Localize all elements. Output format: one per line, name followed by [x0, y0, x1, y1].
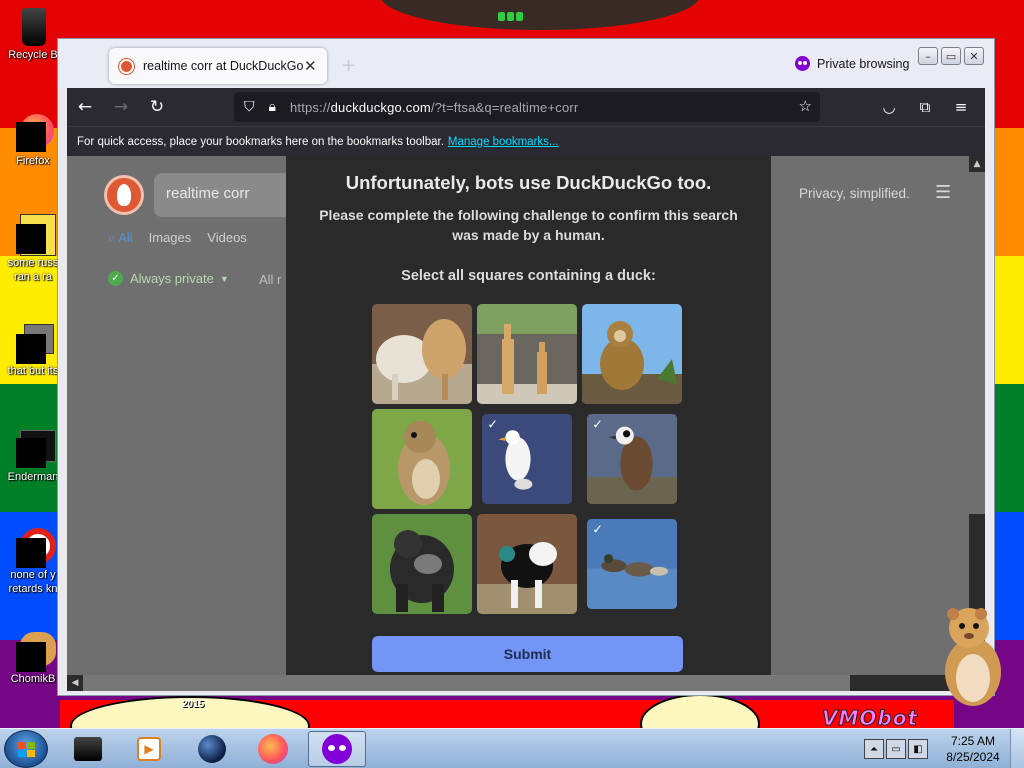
maximize-button[interactable]: ▭ [941, 47, 961, 65]
taskbar-item-files[interactable] [62, 731, 114, 767]
tab-images[interactable]: Images [149, 230, 192, 246]
search-icon: ⌕ [108, 230, 119, 245]
submit-button[interactable]: Submit [372, 636, 683, 672]
private-mask-icon [795, 56, 810, 71]
bot-challenge-modal: Unfortunately, bots use DuckDuckGo too. … [286, 156, 771, 675]
network-icon[interactable]: ▭ [886, 739, 906, 759]
challenge-tile[interactable] [477, 304, 577, 404]
reload-button[interactable]: ↻ [139, 97, 175, 117]
tab-close-icon[interactable]: ✕ [303, 57, 317, 75]
scroll-up-icon[interactable]: ▲ [969, 156, 985, 172]
private-browsing-indicator: Private browsing [795, 56, 909, 71]
show-desktop-button[interactable] [1010, 729, 1024, 768]
lock-icon[interactable]: 🔒︎ [269, 99, 276, 115]
clock-date: 8/25/2024 [946, 750, 1000, 764]
globe-icon [198, 735, 226, 763]
volume-icon[interactable]: ◧ [908, 739, 928, 759]
scroll-left-icon[interactable]: ◀ [67, 675, 83, 691]
challenge-title: Unfortunately, bots use DuckDuckGo too. [345, 172, 712, 193]
chevron-down-icon: ▼ [219, 273, 229, 284]
firefox-icon [12, 112, 54, 154]
start-button[interactable] [4, 730, 48, 768]
manage-bookmarks-link[interactable]: Manage bookmarks... [448, 136, 559, 148]
check-circle-icon: ✓ [108, 271, 123, 286]
check-icon: ✓ [592, 522, 603, 537]
taskbar-item-globe[interactable] [186, 731, 238, 767]
forward-button[interactable]: → [103, 97, 139, 117]
system-tray: ⏶ ▭ ◧ [864, 731, 928, 767]
recycle-bin-icon [12, 6, 54, 48]
challenge-prompt: Select all squares containing a duck: [401, 268, 656, 284]
check-icon: ✓ [592, 417, 603, 432]
folder-icon [12, 322, 54, 364]
clock[interactable]: 7:25 AM 8/25/2024 [942, 733, 1004, 765]
challenge-tile[interactable]: ✓ [587, 414, 677, 504]
new-tab-button[interactable]: + [341, 55, 356, 76]
window-controls: – ▭ ✕ [918, 47, 984, 65]
ddg-menu-icon[interactable]: ☰ [935, 182, 951, 203]
ddg-result-tabs: ⌕ All Images Videos [108, 230, 247, 246]
private-browsing-label: Private browsing [817, 56, 910, 71]
extensions-icon[interactable]: ⧉ [907, 98, 943, 116]
browser-window: realtime corr at DuckDuckGo ✕ + Private … [57, 38, 995, 696]
title-bar: realtime corr at DuckDuckGo ✕ + Private … [58, 39, 994, 87]
private-browsing-icon [322, 734, 352, 764]
shield-icon[interactable]: ⛉ [244, 99, 255, 115]
browser-tab[interactable]: realtime corr at DuckDuckGo ✕ [109, 48, 327, 84]
ddg-search-input[interactable]: realtime corr [154, 173, 304, 217]
navigation-toolbar: ← → ↻ ⛉ 🔒︎ https://duckduckgo.com/?t=fts… [67, 88, 985, 126]
program-icon [12, 428, 56, 470]
check-icon: ✓ [487, 417, 498, 432]
tab-videos[interactable]: Videos [207, 230, 247, 246]
ddg-tagline: Privacy, simplified. [799, 186, 910, 201]
challenge-tile[interactable]: ✓ [587, 519, 677, 609]
menu-hamburger-icon[interactable]: ≡ [943, 98, 979, 116]
challenge-tile[interactable]: ✓ [482, 414, 572, 504]
challenge-tile[interactable] [372, 514, 472, 614]
tab-title: realtime corr at DuckDuckGo [143, 59, 304, 73]
bookmarks-hint: For quick access, place your bookmarks h… [77, 135, 444, 148]
hamster-icon [12, 630, 56, 672]
minimize-button[interactable]: – [918, 47, 938, 65]
close-window-button[interactable]: ✕ [964, 47, 984, 65]
always-private-label: Always private [130, 271, 214, 286]
wallpaper-vm-text: VMObot [822, 706, 918, 731]
challenge-image-grid: ✓ ✓ ✓ [372, 304, 684, 616]
taskbar: ▶ ⏶ ▭ ◧ 7:25 AM 8/25/2024 [0, 728, 1024, 768]
challenge-tile[interactable] [372, 409, 472, 509]
all-regions-filter[interactable]: All r [259, 272, 281, 287]
black-box-icon [74, 737, 102, 761]
challenge-tile[interactable] [372, 304, 472, 404]
challenge-tile[interactable] [477, 514, 577, 614]
hamster-image [945, 608, 1001, 706]
challenge-tile[interactable] [582, 304, 682, 404]
back-button[interactable]: ← [67, 97, 103, 117]
taskbar-item-media-player[interactable]: ▶ [123, 731, 175, 767]
document-icon [12, 214, 56, 256]
url-bar[interactable]: ⛉ 🔒︎ https://duckduckgo.com/?t=ftsa&q=re… [234, 92, 820, 122]
clock-time: 7:25 AM [950, 734, 996, 748]
media-player-icon: ▶ [137, 737, 161, 761]
bookmark-star-icon[interactable]: ☆ [799, 97, 812, 115]
bookmarks-toolbar: For quick access, place your bookmarks h… [67, 126, 985, 156]
url-text[interactable]: https://duckduckgo.com/?t=ftsa&q=realtim… [290, 100, 579, 115]
always-private-toggle[interactable]: ✓ Always private ▼ [108, 271, 229, 286]
challenge-subtitle: Please complete the following challenge … [319, 207, 738, 243]
windows-logo-icon [18, 742, 35, 757]
vertical-scrollbar[interactable]: ▲ [969, 156, 985, 675]
tab-all[interactable]: ⌕ All [108, 230, 133, 246]
horizontal-scrollbar[interactable]: ◀ [67, 675, 985, 691]
opera-icon [12, 526, 56, 568]
wallpaper-year-text: 2015 [182, 699, 205, 710]
taskbar-item-firefox-private[interactable] [308, 731, 366, 767]
duckduckgo-logo-icon[interactable] [104, 175, 144, 215]
duckduckgo-favicon-icon [119, 58, 134, 74]
tray-expand-icon[interactable]: ⏶ [864, 739, 884, 759]
pocket-icon[interactable]: ◡ [871, 98, 907, 116]
firefox-icon [258, 734, 288, 764]
page-content: realtime corr ⌕ All Images Videos ✓ Alwa… [67, 156, 985, 675]
taskbar-item-firefox[interactable] [247, 731, 299, 767]
